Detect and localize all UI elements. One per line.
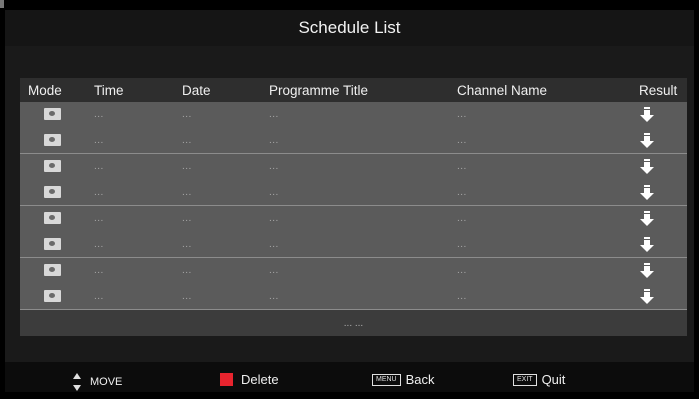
table-row[interactable]: ... ... ... ...: [20, 128, 687, 154]
cell-programme: ...: [269, 239, 279, 250]
page-indicator: ... ...: [343, 318, 364, 329]
cell-channel: ...: [457, 109, 467, 120]
header-channel-name: Channel Name: [457, 83, 548, 98]
table-header: Mode Time Date Programme Title Channel N…: [20, 78, 687, 102]
download-arrow-icon: [640, 133, 654, 148]
cell-channel: ...: [457, 135, 467, 146]
cell-channel: ...: [457, 239, 467, 250]
page-title: Schedule List: [298, 18, 401, 37]
table-row[interactable]: ... ... ... ...: [20, 206, 687, 232]
cell-date: ...: [182, 135, 192, 146]
alarm-clock-icon: [44, 108, 61, 120]
cell-time: ...: [94, 291, 104, 302]
delete-hint[interactable]: Delete: [220, 372, 279, 387]
red-key-icon: [220, 373, 233, 386]
download-arrow-icon: [640, 159, 654, 174]
menu-key-icon: MENU: [372, 373, 401, 386]
cell-channel: ...: [457, 213, 467, 224]
move-label: MOVE: [90, 376, 123, 388]
cell-date: ...: [182, 161, 192, 172]
table-row[interactable]: ... ... ... ...: [20, 102, 687, 128]
cell-date: ...: [182, 239, 192, 250]
cell-time: ...: [94, 213, 104, 224]
cell-time: ...: [94, 135, 104, 146]
cell-programme: ...: [269, 135, 279, 146]
move-hint: MOVE: [72, 372, 122, 392]
cell-channel: ...: [457, 161, 467, 172]
back-hint[interactable]: MENU Back: [372, 372, 435, 387]
cell-date: ...: [182, 265, 192, 276]
schedule-table: Mode Time Date Programme Title Channel N…: [20, 78, 687, 336]
delete-label: Delete: [241, 372, 279, 387]
header-time: Time: [94, 83, 124, 98]
cell-date: ...: [182, 109, 192, 120]
download-arrow-icon: [640, 237, 654, 252]
table-row[interactable]: ... ... ... ...: [20, 284, 687, 310]
corner-marker: [0, 0, 4, 8]
row-group: ... ... ... ... ... ... ... ...: [20, 258, 687, 310]
download-arrow-icon: [640, 107, 654, 122]
row-group: ... ... ... ... ... ... ... ...: [20, 102, 687, 154]
table-row[interactable]: ... ... ... ...: [20, 154, 687, 180]
exit-key-icon: EXIT: [513, 373, 537, 386]
alarm-clock-icon: [44, 160, 61, 172]
cell-programme: ...: [269, 213, 279, 224]
alarm-clock-icon: [44, 264, 61, 276]
quit-label: Quit: [541, 372, 566, 387]
download-arrow-icon: [640, 289, 654, 304]
cell-time: ...: [94, 161, 104, 172]
cell-date: ...: [182, 213, 192, 224]
cell-channel: ...: [457, 265, 467, 276]
download-arrow-icon: [640, 211, 654, 226]
alarm-clock-icon: [44, 290, 61, 302]
cell-programme: ...: [269, 109, 279, 120]
header-result: Result: [639, 83, 678, 98]
cell-date: ...: [182, 291, 192, 302]
cell-programme: ...: [269, 265, 279, 276]
row-group: ... ... ... ... ... ... ... ...: [20, 206, 687, 258]
cell-time: ...: [94, 109, 104, 120]
header-date: Date: [182, 83, 211, 98]
cell-date: ...: [182, 187, 192, 198]
up-down-arrows-icon: [73, 373, 81, 391]
cell-time: ...: [94, 239, 104, 250]
row-group: ... ... ... ... ... ... ... ...: [20, 154, 687, 206]
alarm-clock-icon: [44, 134, 61, 146]
key-hint-bar: MOVE Delete MENU Back EXIT Quit: [5, 362, 694, 392]
table-row[interactable]: ... ... ... ...: [20, 180, 687, 206]
header-programme-title: Programme Title: [269, 83, 369, 98]
header-mode: Mode: [28, 83, 62, 98]
cell-programme: ...: [269, 291, 279, 302]
cell-programme: ...: [269, 161, 279, 172]
alarm-clock-icon: [44, 186, 61, 198]
table-row[interactable]: ... ... ... ...: [20, 232, 687, 258]
cell-programme: ...: [269, 187, 279, 198]
page-indicator-strip: ... ...: [20, 310, 687, 336]
cell-time: ...: [94, 265, 104, 276]
alarm-clock-icon: [44, 212, 61, 224]
cell-time: ...: [94, 187, 104, 198]
download-arrow-icon: [640, 263, 654, 278]
cell-channel: ...: [457, 187, 467, 198]
back-label: Back: [405, 372, 435, 387]
cell-channel: ...: [457, 291, 467, 302]
title-bar: Schedule List: [5, 10, 694, 46]
quit-hint[interactable]: EXIT Quit: [513, 372, 565, 387]
table-row[interactable]: ... ... ... ...: [20, 258, 687, 284]
alarm-clock-icon: [44, 238, 61, 250]
download-arrow-icon: [640, 185, 654, 200]
